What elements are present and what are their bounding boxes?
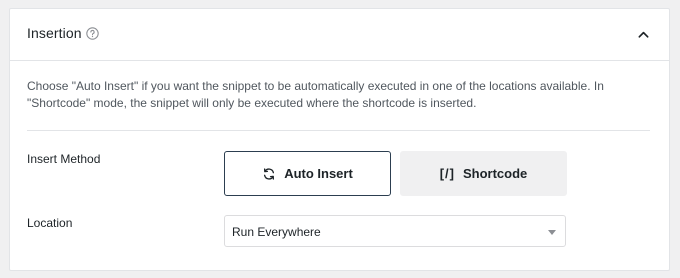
panel-header[interactable]: Insertion (10, 9, 669, 61)
panel-title: Insertion (27, 25, 82, 41)
location-selected-value: Run Everywhere (232, 225, 321, 239)
shortcode-icon: [/] (439, 166, 455, 181)
location-select[interactable]: Run Everywhere (224, 215, 566, 247)
insert-method-label: Insert Method (27, 152, 101, 166)
insertion-description: Choose "Auto Insert" if you want the sni… (27, 79, 604, 110)
location-label: Location (27, 216, 73, 230)
auto-insert-button[interactable]: Auto Insert (224, 151, 391, 196)
shortcode-label: Shortcode (462, 166, 528, 181)
chevron-up-icon[interactable] (637, 28, 650, 41)
divider (27, 130, 650, 131)
caret-down-icon (548, 230, 556, 235)
insertion-panel: Insertion Choose "Auto Insert" if you wa… (9, 8, 670, 271)
shortcode-button[interactable]: [/] Shortcode (400, 151, 567, 196)
help-icon[interactable] (86, 27, 99, 40)
auto-insert-label: Auto Insert (284, 166, 353, 181)
sync-arrows-icon (264, 167, 275, 180)
